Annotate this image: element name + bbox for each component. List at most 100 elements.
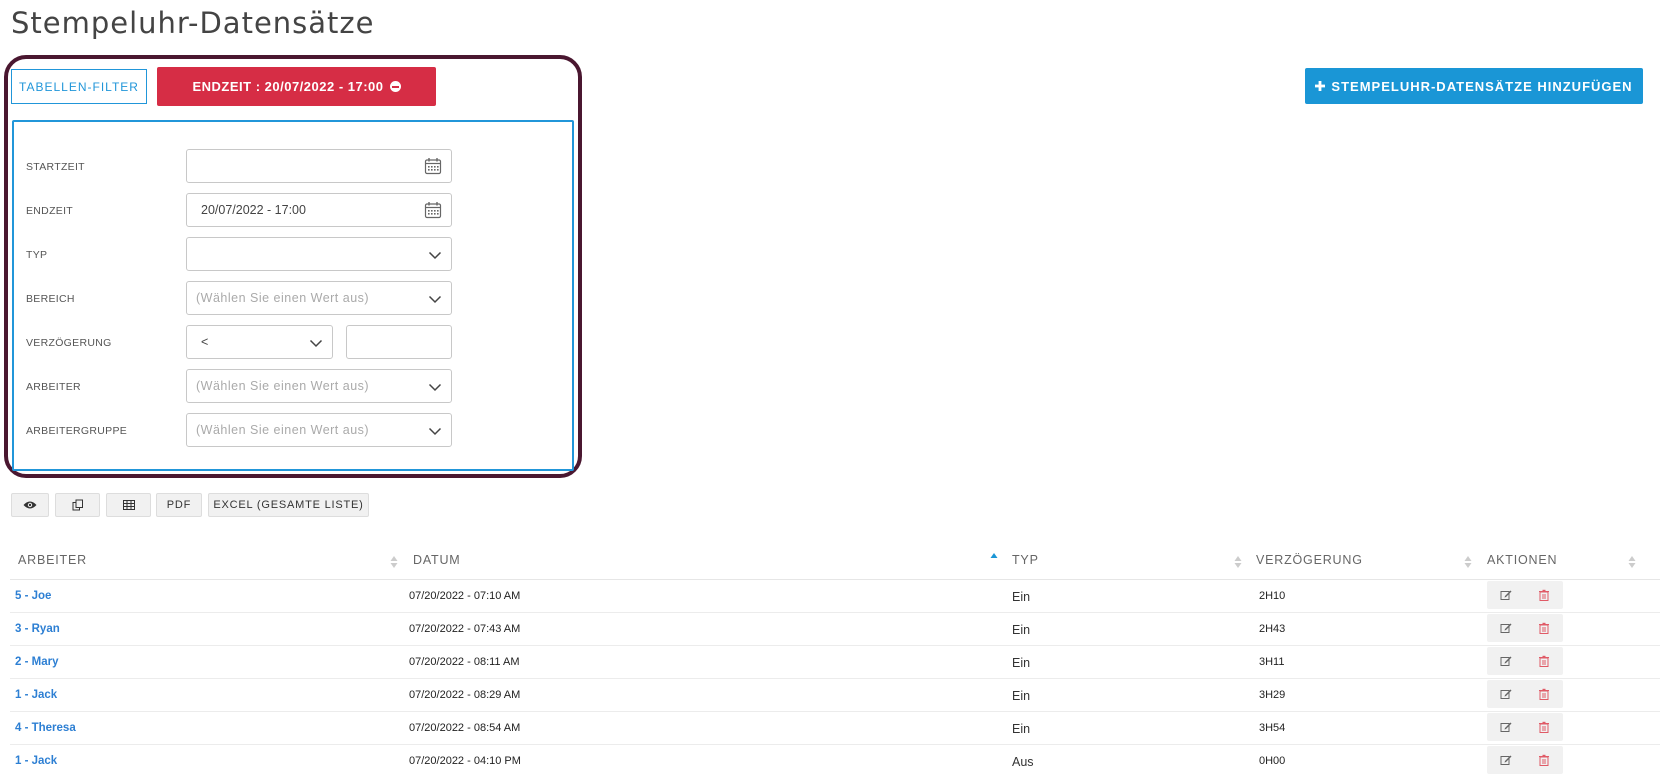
column-header-delay[interactable]: VERZÖGERUNG [1256, 553, 1363, 567]
row-divider [10, 711, 1660, 712]
delay-cell: 2H10 [1259, 590, 1286, 602]
sort-icon[interactable] [1464, 555, 1472, 569]
end-time-input[interactable]: 20/07/2022 - 17:00 [186, 193, 452, 227]
trash-icon[interactable] [1538, 754, 1550, 766]
chevron-down-icon [428, 251, 442, 260]
copy-icon [72, 499, 83, 511]
excel-button[interactable]: EXCEL (GESAMTE LISTE) [208, 493, 369, 517]
worker-link[interactable]: 4 - Theresa [15, 722, 76, 734]
add-records-label: STEMPELUHR-DATENSÄTZE HINZUFÜGEN [1331, 78, 1633, 94]
calendar-icon[interactable] [424, 201, 442, 219]
row-divider [10, 744, 1660, 745]
worker-select-placeholder: (Wählen Sie einen Wert aus) [196, 379, 370, 393]
table-header-divider [10, 579, 1660, 580]
trash-icon[interactable] [1538, 688, 1550, 700]
row-actions [1487, 680, 1563, 708]
csv-button[interactable] [106, 493, 151, 517]
edit-icon[interactable] [1500, 622, 1512, 634]
type-cell: Aus [1012, 755, 1034, 769]
active-filter-chip[interactable]: ENDZEIT : 20/07/2022 - 17:00 [157, 67, 436, 106]
table-filter-toggle-button[interactable]: TABELLEN-FILTER [11, 69, 147, 104]
area-label: BEREICH [26, 293, 75, 305]
sort-icon[interactable] [1234, 555, 1242, 569]
row-actions [1487, 713, 1563, 741]
sort-icon[interactable] [1628, 555, 1636, 569]
pdf-button[interactable]: PDF [156, 493, 202, 517]
eye-icon [23, 501, 37, 509]
delay-cell: 2H43 [1259, 623, 1286, 635]
delay-operator-value: < [201, 335, 209, 349]
type-cell: Ein [1012, 722, 1031, 736]
worker-select[interactable]: (Wählen Sie einen Wert aus) [186, 369, 452, 403]
worker-group-select-placeholder: (Wählen Sie einen Wert aus) [196, 423, 370, 437]
row-actions [1487, 581, 1563, 609]
column-header-actions: AKTIONEN [1487, 553, 1558, 567]
sort-ascending-icon[interactable] [990, 552, 998, 566]
column-header-date[interactable]: DATUM [413, 553, 461, 567]
type-cell: Ein [1012, 590, 1031, 604]
trash-icon[interactable] [1538, 622, 1550, 634]
chevron-down-icon [309, 339, 323, 348]
column-visibility-button[interactable] [11, 493, 49, 517]
sort-icon[interactable] [390, 555, 398, 569]
worker-link[interactable]: 1 - Jack [15, 689, 57, 701]
delay-value-input[interactable] [346, 325, 452, 359]
date-cell: 07/20/2022 - 08:54 AM [409, 722, 521, 734]
row-actions [1487, 746, 1563, 774]
table-icon [122, 500, 135, 510]
type-cell: Ein [1012, 623, 1031, 637]
calendar-icon[interactable] [424, 157, 442, 175]
date-cell: 07/20/2022 - 08:11 AM [409, 656, 520, 668]
worker-group-label: ARBEITERGRUPPE [26, 425, 128, 437]
date-cell: 07/20/2022 - 07:10 AM [409, 590, 521, 602]
type-label: TYP [26, 249, 48, 261]
end-time-value: 20/07/2022 - 17:00 [201, 203, 306, 217]
area-select-placeholder: (Wählen Sie einen Wert aus) [196, 291, 370, 305]
edit-icon[interactable] [1500, 754, 1512, 766]
worker-link[interactable]: 5 - Joe [15, 590, 51, 602]
page-title: Stempeluhr-Datensätze [11, 6, 375, 40]
delay-operator-select[interactable]: < [186, 325, 333, 359]
row-actions [1487, 614, 1563, 642]
delay-label: VERZÖGERUNG [26, 337, 112, 349]
delay-cell: 3H29 [1259, 689, 1286, 701]
plus-icon [1315, 81, 1326, 91]
type-cell: Ein [1012, 689, 1031, 703]
column-header-worker[interactable]: ARBEITER [18, 553, 87, 567]
row-divider [10, 645, 1660, 646]
area-select[interactable]: (Wählen Sie einen Wert aus) [186, 281, 452, 315]
worker-link[interactable]: 2 - Mary [15, 656, 58, 668]
active-filter-chip-label: ENDZEIT : 20/07/2022 - 17:00 [192, 79, 384, 94]
type-cell: Ein [1012, 656, 1031, 670]
date-cell: 07/20/2022 - 08:29 AM [409, 689, 521, 701]
type-select[interactable] [186, 237, 452, 271]
worker-label: ARBEITER [26, 381, 81, 393]
trash-icon[interactable] [1538, 655, 1550, 667]
edit-icon[interactable] [1500, 589, 1512, 601]
add-records-button[interactable]: STEMPELUHR-DATENSÄTZE HINZUFÜGEN [1305, 68, 1643, 104]
delay-cell: 3H11 [1259, 656, 1285, 668]
edit-icon[interactable] [1500, 721, 1512, 733]
end-time-label: ENDZEIT [26, 205, 74, 217]
worker-link[interactable]: 1 - Jack [15, 755, 57, 767]
delay-cell: 3H54 [1259, 722, 1286, 734]
date-cell: 07/20/2022 - 07:43 AM [409, 623, 521, 635]
chevron-down-icon [428, 383, 442, 392]
chevron-down-icon [428, 427, 442, 436]
trash-icon[interactable] [1538, 721, 1550, 733]
copy-button[interactable] [55, 493, 100, 517]
date-cell: 07/20/2022 - 04:10 PM [409, 755, 521, 767]
remove-filter-icon[interactable] [389, 81, 401, 92]
worker-group-select[interactable]: (Wählen Sie einen Wert aus) [186, 413, 452, 447]
worker-link[interactable]: 3 - Ryan [15, 623, 60, 635]
trash-icon[interactable] [1538, 589, 1550, 601]
row-divider [10, 612, 1660, 613]
column-header-type[interactable]: TYP [1012, 553, 1039, 567]
edit-icon[interactable] [1500, 688, 1512, 700]
row-actions [1487, 647, 1563, 675]
chevron-down-icon [428, 295, 442, 304]
delay-cell: 0H00 [1259, 755, 1286, 767]
start-time-input[interactable] [186, 149, 452, 183]
edit-icon[interactable] [1500, 655, 1512, 667]
row-divider [10, 678, 1660, 679]
